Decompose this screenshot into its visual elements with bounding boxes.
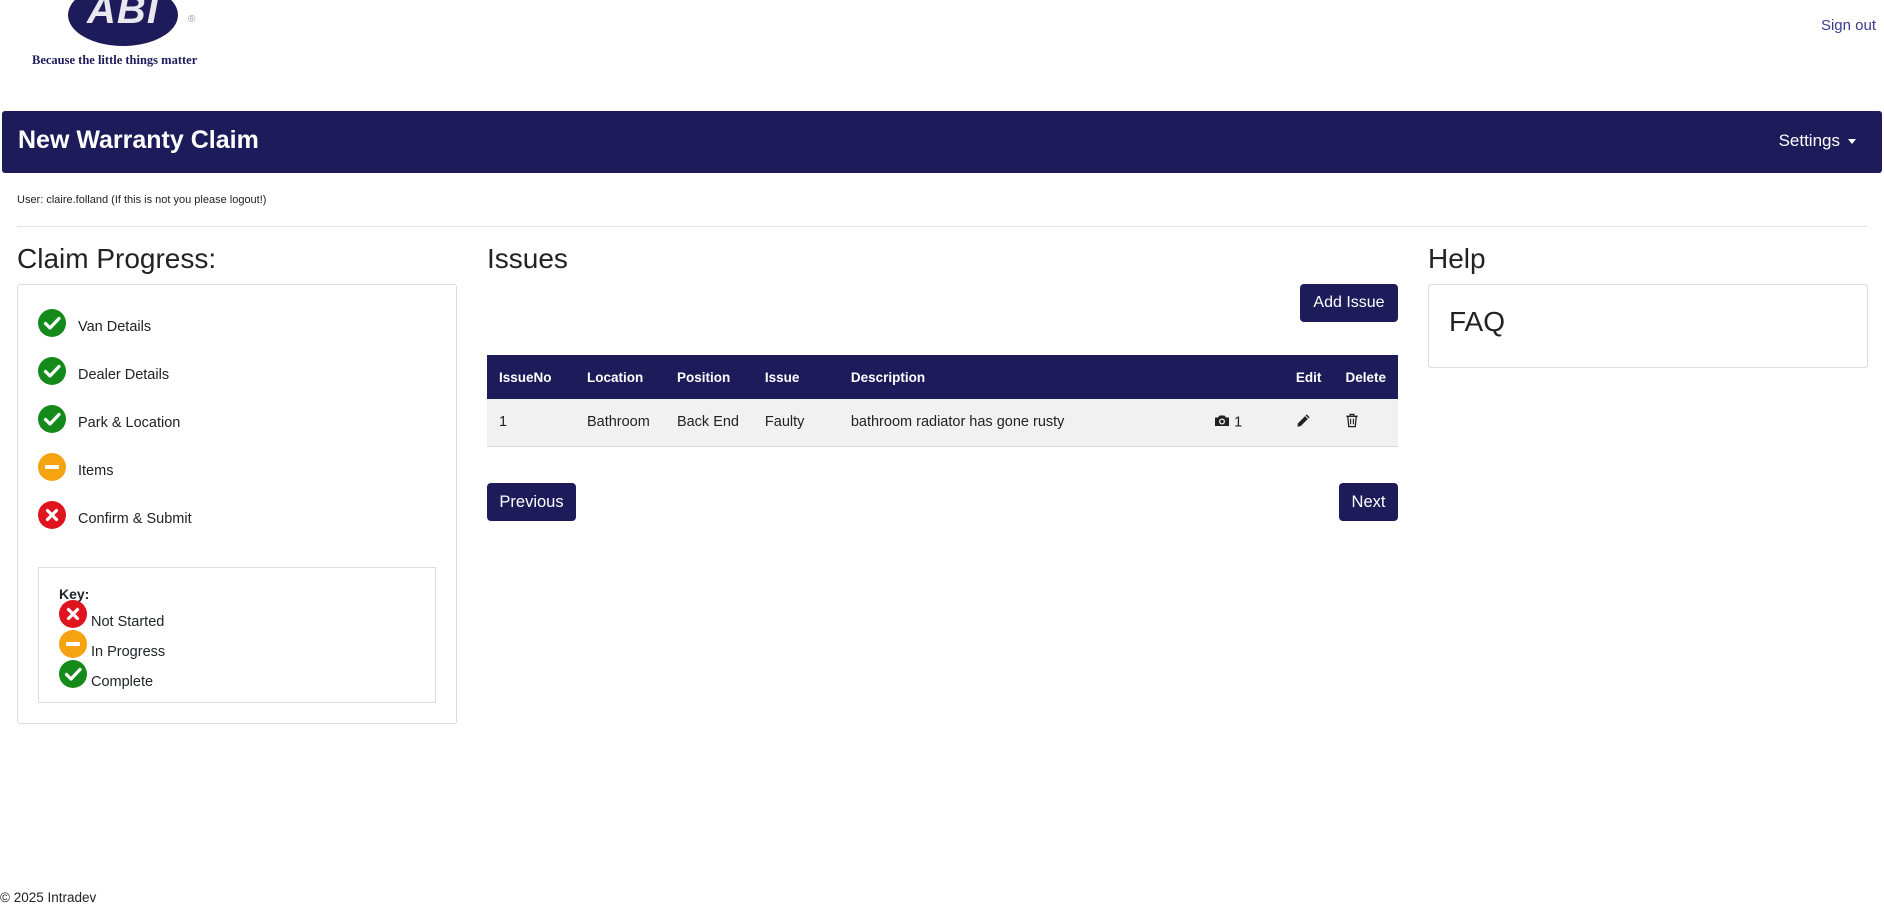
cell-location: Bathroom xyxy=(574,399,665,447)
check-circle-icon xyxy=(38,405,66,433)
footer-copyright: © 2025 Intradev xyxy=(0,890,97,905)
cell-photos: 1 xyxy=(1202,399,1284,447)
user-info: User: claire.folland (If this is not you… xyxy=(17,194,267,206)
col-photos xyxy=(1202,355,1284,399)
cell-issue: Faulty xyxy=(752,399,839,447)
help-heading: Help xyxy=(1428,243,1486,274)
key-item-not-started: Not Started xyxy=(59,600,164,630)
step-label: Confirm & Submit xyxy=(78,511,192,527)
cell-description: bathroom radiator has gone rusty xyxy=(838,399,1203,447)
col-issue: Issue xyxy=(752,355,839,399)
caret-down-icon xyxy=(1848,139,1856,145)
step-label: Van Details xyxy=(78,319,152,335)
logo-tagline: Because the little things matter xyxy=(32,53,198,67)
check-circle-icon xyxy=(59,660,87,688)
settings-label: Settings xyxy=(1778,131,1840,150)
minus-circle-icon xyxy=(38,453,66,481)
help-card: FAQ xyxy=(1428,284,1868,368)
minus-circle-icon xyxy=(59,630,87,658)
key-label: In Progress xyxy=(91,644,166,660)
faq-link[interactable]: FAQ xyxy=(1449,306,1505,338)
cell-position: Back End xyxy=(664,399,753,447)
next-button[interactable]: Next xyxy=(1339,483,1398,521)
divider xyxy=(17,226,1867,227)
trash-icon[interactable] xyxy=(1345,413,1359,432)
sign-out-link[interactable]: Sign out xyxy=(1821,17,1876,34)
photo-count: 1 xyxy=(1234,414,1243,431)
issues-table: IssueNo Location Position Issue Descript… xyxy=(487,355,1398,447)
cell-edit xyxy=(1283,399,1334,447)
registered-mark: ® xyxy=(188,14,196,25)
table-row: 1 Bathroom Back End Faulty bathroom radi… xyxy=(487,399,1398,447)
settings-dropdown[interactable]: Settings xyxy=(1779,131,1856,151)
claim-progress-card: Van Details Dealer Details Park & Locati… xyxy=(17,284,457,724)
x-circle-icon xyxy=(38,501,66,529)
logo-text: ABI xyxy=(87,0,159,32)
issues-heading: Issues xyxy=(487,243,568,274)
camera-icon[interactable] xyxy=(1214,414,1230,431)
pencil-icon[interactable] xyxy=(1296,413,1311,432)
step-label: Items xyxy=(78,463,114,479)
step-label: Park & Location xyxy=(78,415,181,431)
cell-delete xyxy=(1333,399,1398,447)
col-position: Position xyxy=(664,355,753,399)
cell-issue-no: 1 xyxy=(487,399,575,447)
page-title: New Warranty Claim xyxy=(18,126,259,154)
key-item-complete: Complete xyxy=(59,660,153,690)
abi-logo: ABI ® Because the little things matter xyxy=(30,0,220,70)
col-issue-no: IssueNo xyxy=(487,355,575,399)
key-item-in-progress: In Progress xyxy=(59,630,165,660)
col-delete: Delete xyxy=(1333,355,1398,399)
col-description: Description xyxy=(838,355,1203,399)
table-header-row: IssueNo Location Position Issue Descript… xyxy=(487,355,1398,399)
col-location: Location xyxy=(574,355,665,399)
key-label: Complete xyxy=(91,674,154,690)
check-circle-icon xyxy=(38,357,66,385)
check-circle-icon xyxy=(38,309,66,337)
status-key: Key: Not Started In Progress Complete xyxy=(38,567,436,703)
col-edit: Edit xyxy=(1283,355,1334,399)
key-label: Not Started xyxy=(91,614,165,630)
top-navbar: New Warranty Claim Settings xyxy=(2,111,1882,173)
previous-button[interactable]: Previous xyxy=(487,483,576,521)
claim-progress-heading: Claim Progress: xyxy=(17,243,217,274)
step-label: Dealer Details xyxy=(78,367,170,383)
add-issue-button[interactable]: Add Issue xyxy=(1300,284,1398,322)
x-circle-icon xyxy=(59,600,87,628)
